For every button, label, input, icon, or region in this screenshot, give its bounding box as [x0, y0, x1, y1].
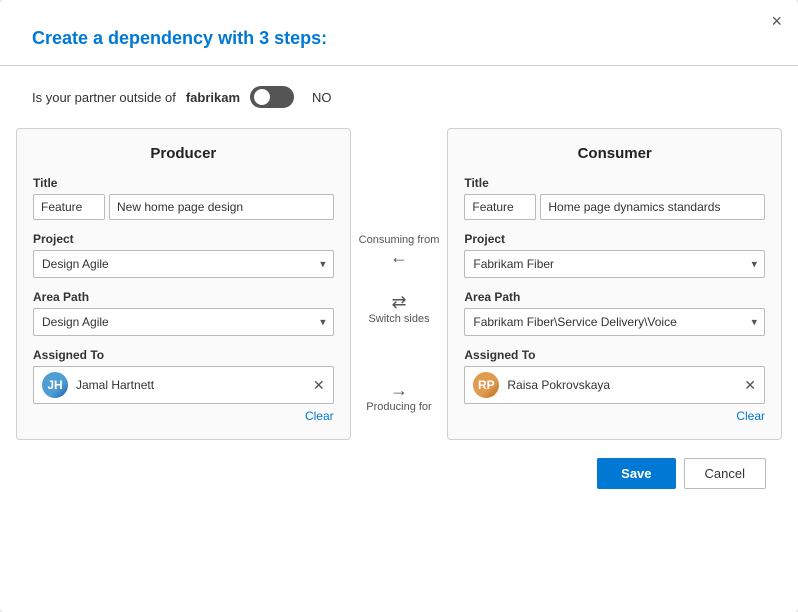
dialog-title: Create a dependency with 3 steps: [0, 0, 798, 65]
producer-title-type[interactable] [33, 194, 105, 220]
consumer-area-label: Area Path [464, 290, 765, 304]
switch-sides-label: Switch sides [368, 313, 429, 326]
consumer-area-select[interactable]: Fabrikam Fiber\Service Delivery\Voice [464, 308, 765, 336]
producer-title-label: Title [33, 176, 334, 190]
consumer-assigned-label: Assigned To [464, 348, 765, 362]
producer-area-label: Area Path [33, 290, 334, 304]
consuming-block: Consuming from ← [359, 234, 440, 268]
producer-title-row [33, 194, 334, 220]
consumer-avatar: RP [473, 372, 499, 398]
consumer-assigned-user: RP Raisa Pokrovskaya [473, 372, 610, 398]
divider [0, 65, 798, 66]
producer-clear-link: Clear [33, 408, 334, 423]
consumer-title-type[interactable] [464, 194, 536, 220]
producer-area-select-wrap: Design Agile ▾ [33, 308, 334, 336]
consumer-clear-button[interactable]: Clear [736, 409, 765, 423]
consumer-project-select[interactable]: Fabrikam Fiber [464, 250, 765, 278]
producer-assigned-label: Assigned To [33, 348, 334, 362]
columns-area: Producer Title Project Design Agile ▾ Ar… [0, 128, 798, 440]
toggle-label: NO [312, 90, 332, 105]
consumer-title-label: Title [464, 176, 765, 190]
producer-project-label: Project [33, 232, 334, 246]
create-dependency-dialog: × Create a dependency with 3 steps: Is y… [0, 0, 798, 612]
partner-row: Is your partner outside of fabrikam NO [0, 86, 798, 128]
switch-block[interactable]: ⇄ Switch sides [368, 292, 429, 326]
producer-area-select[interactable]: Design Agile [33, 308, 334, 336]
producing-block: → Producing for [366, 380, 431, 414]
toggle-knob [254, 89, 270, 105]
producer-project-select[interactable]: Design Agile [33, 250, 334, 278]
producer-avatar: JH [42, 372, 68, 398]
consuming-arrow-icon: ← [390, 247, 408, 268]
org-name: fabrikam [186, 90, 240, 105]
producer-panel-title: Producer [33, 145, 334, 162]
consumer-project-label: Project [464, 232, 765, 246]
toggle-track[interactable] [250, 86, 294, 108]
producer-assigned-user: JH Jamal Hartnett [42, 372, 154, 398]
producer-project-select-wrap: Design Agile ▾ [33, 250, 334, 278]
cancel-button[interactable]: Cancel [684, 458, 766, 489]
close-button[interactable]: × [771, 12, 782, 30]
producing-arrow-icon: → [390, 380, 408, 401]
save-button[interactable]: Save [597, 458, 675, 489]
partner-label: Is your partner outside of [32, 90, 176, 105]
consumer-assigned-name: Raisa Pokrovskaya [507, 378, 610, 392]
consumer-area-select-wrap: Fabrikam Fiber\Service Delivery\Voice ▾ [464, 308, 765, 336]
outside-partner-toggle[interactable] [250, 86, 294, 108]
producer-title-input[interactable] [109, 194, 334, 220]
consumer-panel: Consumer Title Project Fabrikam Fiber ▾ … [447, 128, 782, 440]
producer-assigned-box: JH Jamal Hartnett ✕ [33, 366, 334, 404]
producer-assigned-clear-x[interactable]: ✕ [313, 377, 325, 394]
consuming-label: Consuming from [359, 234, 440, 247]
consumer-title-row [464, 194, 765, 220]
consumer-panel-title: Consumer [464, 145, 765, 162]
footer: Save Cancel [0, 440, 798, 489]
consumer-project-select-wrap: Fabrikam Fiber ▾ [464, 250, 765, 278]
producer-panel: Producer Title Project Design Agile ▾ Ar… [16, 128, 351, 440]
producer-clear-button[interactable]: Clear [305, 409, 334, 423]
consumer-assigned-box: RP Raisa Pokrovskaya ✕ [464, 366, 765, 404]
producer-assigned-name: Jamal Hartnett [76, 378, 154, 392]
middle-column: Consuming from ← ⇄ Switch sides → Produc… [351, 128, 448, 440]
producing-label: Producing for [366, 401, 431, 414]
consumer-assigned-clear-x[interactable]: ✕ [744, 377, 756, 394]
consumer-title-input[interactable] [540, 194, 765, 220]
consumer-clear-link: Clear [464, 408, 765, 423]
switch-sides-icon: ⇄ [391, 292, 406, 313]
